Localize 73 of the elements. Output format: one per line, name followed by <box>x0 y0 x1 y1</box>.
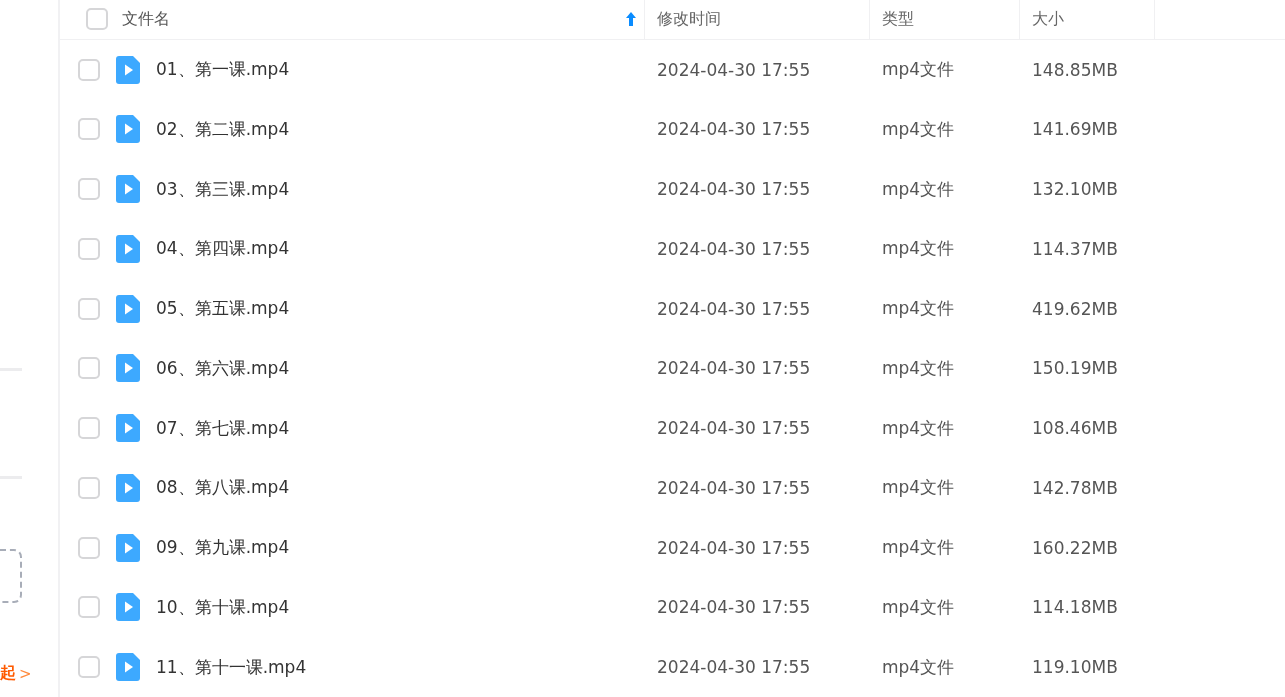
file-name[interactable]: 07、第七课.mp4 <box>156 416 290 440</box>
modified-time: 2024-04-30 17:55 <box>657 477 811 498</box>
modified-time: 2024-04-30 17:55 <box>657 418 811 439</box>
dashed-card <box>0 549 22 603</box>
file-type: mp4文件 <box>882 117 955 141</box>
file-type: mp4文件 <box>882 655 955 679</box>
modified-time: 2024-04-30 17:55 <box>657 59 811 80</box>
file-size: 148.85MB <box>1032 59 1118 80</box>
file-name[interactable]: 05、第五课.mp4 <box>156 297 290 321</box>
modified-time: 2024-04-30 17:55 <box>657 238 811 259</box>
file-type: mp4文件 <box>882 536 955 560</box>
row-checkbox[interactable] <box>78 178 100 201</box>
row-checkbox[interactable] <box>78 596 100 619</box>
file-name[interactable]: 02、第二课.mp4 <box>156 117 290 141</box>
file-type: mp4文件 <box>882 476 955 500</box>
file-type: mp4文件 <box>882 356 955 380</box>
sort-arrow-icon[interactable] <box>626 12 636 27</box>
file-name[interactable]: 03、第三课.mp4 <box>156 177 290 201</box>
column-header[interactable]: 类型 <box>882 8 914 30</box>
video-file-icon <box>116 234 140 263</box>
modified-time: 2024-04-30 17:55 <box>657 119 811 140</box>
file-name[interactable]: 11、第十一课.mp4 <box>156 655 307 679</box>
file-type: mp4文件 <box>882 297 955 321</box>
modified-time: 2024-04-30 17:55 <box>657 358 811 379</box>
file-name[interactable]: 06、第六课.mp4 <box>156 356 290 380</box>
file-size: 419.62MB <box>1032 298 1118 319</box>
file-name[interactable]: 09、第九课.mp4 <box>156 536 290 560</box>
row-checkbox[interactable] <box>78 297 100 320</box>
video-file-icon <box>116 653 140 682</box>
video-file-icon <box>116 593 140 622</box>
video-file-icon <box>116 414 140 443</box>
video-file-icon <box>116 473 140 502</box>
modified-time: 2024-04-30 17:55 <box>657 298 811 319</box>
row-checkbox[interactable] <box>78 536 100 559</box>
file-name[interactable]: 01、第一课.mp4 <box>156 58 290 82</box>
row-checkbox[interactable] <box>78 357 100 380</box>
file-size: 114.18MB <box>1032 597 1118 618</box>
file-type: mp4文件 <box>882 595 955 619</box>
video-file-icon <box>116 115 140 144</box>
file-size: 141.69MB <box>1032 119 1118 140</box>
file-name[interactable]: 04、第四课.mp4 <box>156 237 290 261</box>
row-checkbox[interactable] <box>78 417 100 440</box>
file-type: mp4文件 <box>882 58 955 82</box>
row-checkbox[interactable] <box>78 656 100 679</box>
file-name[interactable]: 10、第十课.mp4 <box>156 595 290 619</box>
video-file-icon <box>116 354 140 383</box>
modified-time: 2024-04-30 17:55 <box>657 537 811 558</box>
video-file-icon <box>116 294 140 323</box>
select-all-checkbox[interactable] <box>86 8 108 31</box>
file-type: mp4文件 <box>882 237 955 261</box>
file-size: 132.10MB <box>1032 179 1118 200</box>
modified-time: 2024-04-30 17:55 <box>657 597 811 618</box>
row-checkbox[interactable] <box>78 58 100 81</box>
file-name[interactable]: 08、第八课.mp4 <box>156 476 290 500</box>
file-type: mp4文件 <box>882 416 955 440</box>
column-header[interactable]: 大小 <box>1032 8 1064 30</box>
modified-time: 2024-04-30 17:55 <box>657 179 811 200</box>
file-size: 142.78MB <box>1032 477 1118 498</box>
row-checkbox[interactable] <box>78 118 100 141</box>
file-size: 114.37MB <box>1032 238 1118 259</box>
column-header[interactable]: 文件名 <box>122 8 170 30</box>
row-checkbox[interactable] <box>78 476 100 499</box>
file-size: 160.22MB <box>1032 537 1118 558</box>
video-file-icon <box>116 55 140 84</box>
file-size: 150.19MB <box>1032 358 1118 379</box>
row-checkbox[interactable] <box>78 237 100 260</box>
file-size: 108.46MB <box>1032 418 1118 439</box>
video-file-icon <box>116 175 140 204</box>
column-header[interactable]: 修改时间 <box>657 8 721 30</box>
file-type: mp4文件 <box>882 177 955 201</box>
modified-time: 2024-04-30 17:55 <box>657 657 811 678</box>
video-file-icon <box>116 533 140 562</box>
file-size: 119.10MB <box>1032 657 1118 678</box>
